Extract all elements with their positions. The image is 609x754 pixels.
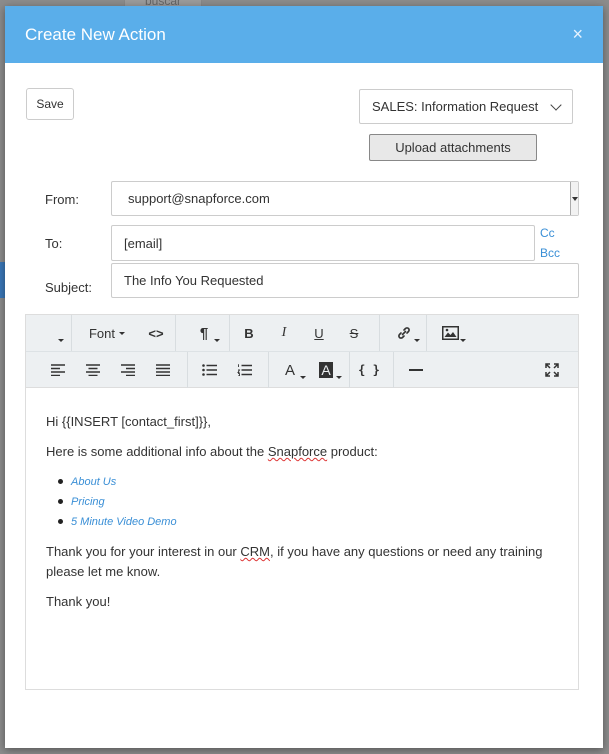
thanks-text: Thank you for your interest in our [46, 544, 241, 559]
template-select-value: SALES: Information Request [372, 99, 539, 114]
align-left-icon[interactable] [40, 352, 76, 388]
editor-content[interactable]: Hi {{INSERT [contact_first]}}, Here is s… [26, 388, 578, 612]
background-color-icon[interactable]: A [308, 352, 344, 388]
email-greeting: Hi {{INSERT [contact_first]}}, [46, 414, 211, 429]
create-action-modal: Create New Action × Save SALES: Informat… [5, 6, 603, 748]
close-icon[interactable]: × [572, 25, 583, 43]
align-right-icon[interactable] [110, 352, 146, 388]
toolbar-row-1: Font <> ¶ B I U S [26, 315, 578, 351]
intro-text: Here is some additional info about the [46, 444, 268, 459]
link-glyph [398, 327, 410, 339]
rich-text-editor: Font <> ¶ B I U S A A {} Hi {{INSERT [c… [25, 314, 579, 690]
bold-icon[interactable]: B [231, 315, 267, 351]
upload-attachments-button[interactable]: Upload attachments [369, 134, 537, 161]
modal-header: Create New Action × [5, 6, 603, 63]
paragraph-icon[interactable]: ¶ [186, 315, 222, 351]
template-select[interactable]: SALES: Information Request [359, 89, 573, 124]
font-label: Font [88, 325, 115, 341]
cc-link[interactable]: Cc [540, 226, 555, 240]
image-glyph [441, 326, 459, 340]
editor-toolbar: Font <> ¶ B I U S A A {} [26, 315, 578, 388]
subject-value: The Info You Requested [124, 273, 264, 288]
paragraph-glyph: ¶ [199, 324, 209, 342]
intro-brand: Snapforce [267, 444, 328, 459]
font-dropdown-button[interactable]: Font [76, 315, 138, 351]
subject-input[interactable]: The Info You Requested [111, 263, 579, 298]
dropdown-arrow-icon[interactable] [570, 182, 578, 215]
code-view-icon[interactable]: <> [138, 315, 174, 351]
list-item-link[interactable]: About Us [58, 472, 558, 492]
link-icon[interactable] [384, 315, 424, 351]
chevron-down-icon [550, 99, 562, 111]
caret-down-icon [58, 339, 64, 342]
email-signoff: Thank you! [46, 594, 111, 609]
email-thanks: Thank you for your interest in our CRM, … [46, 542, 558, 582]
image-icon[interactable] [430, 315, 470, 351]
underline-icon[interactable]: U [301, 315, 337, 351]
from-value: support@snapforce.com [128, 191, 270, 206]
caret-down-icon [336, 376, 342, 379]
strikethrough-icon[interactable]: S [336, 315, 372, 351]
thanks-crm: CRM [240, 544, 270, 559]
numbered-list-icon[interactable] [226, 352, 262, 388]
caret-down-icon [119, 331, 125, 335]
to-input[interactable]: [email] [111, 225, 535, 261]
save-button[interactable]: Save [26, 88, 74, 120]
background-color-glyph: A [319, 362, 333, 378]
email-intro: Here is some additional info about the S… [46, 442, 558, 462]
bcc-link[interactable]: Bcc [540, 246, 560, 260]
fullscreen-icon[interactable] [534, 352, 570, 388]
subject-label: Subject: [45, 280, 92, 295]
justify-icon[interactable] [145, 352, 181, 388]
horizontal-rule-icon[interactable] [398, 352, 434, 388]
to-label: To: [45, 236, 63, 251]
from-label: From: [45, 192, 79, 207]
braces-icon[interactable]: { } [351, 352, 387, 388]
to-value: [email] [124, 235, 163, 251]
caret-down-icon [414, 339, 420, 342]
text-color-icon[interactable]: A [272, 352, 308, 388]
bullet-list-icon[interactable] [191, 352, 227, 388]
intro-text-end: product: [327, 444, 378, 459]
caret-down-icon [300, 376, 306, 379]
links-list: About Us Pricing 5 Minute Video Demo [58, 472, 558, 532]
modal-title: Create New Action [25, 24, 166, 44]
align-center-icon[interactable] [75, 352, 111, 388]
text-color-glyph: A [284, 361, 295, 379]
list-item-link[interactable]: Pricing [58, 492, 558, 512]
caret-down-icon [214, 339, 220, 342]
toolbar-row-2: A A { } [26, 351, 578, 388]
style-dropdown-button[interactable] [46, 315, 70, 351]
from-select[interactable]: support@snapforce.com [111, 181, 579, 216]
italic-icon[interactable]: I [266, 315, 302, 351]
list-item-link[interactable]: 5 Minute Video Demo [58, 512, 558, 532]
caret-down-icon [460, 339, 466, 342]
